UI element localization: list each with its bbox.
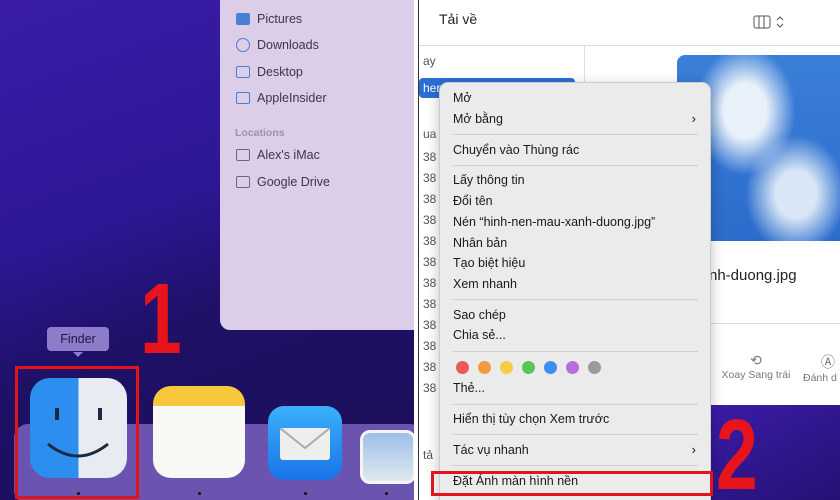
tag-color-dot[interactable] — [566, 360, 579, 374]
sidebar-item-appleinsider[interactable]: AppleInsider — [236, 91, 327, 105]
running-indicator — [304, 492, 307, 495]
rotate-icon: ⟲ — [750, 352, 762, 368]
menu-item-move-to-trash[interactable]: Chuyển vào Thùng rác — [440, 140, 710, 161]
menu-item-make-alias[interactable]: Tạo biệt hiệu — [440, 253, 710, 274]
tag-color-dot[interactable] — [456, 360, 469, 374]
menu-separator — [452, 434, 698, 436]
step-number-2: 2 — [716, 399, 758, 500]
file-name: nh-duong.jpg — [709, 267, 797, 284]
envelope-icon — [279, 427, 331, 460]
sidebar-item-desktop[interactable]: Desktop — [236, 65, 303, 79]
sidebar-item-imac[interactable]: Alex's iMac — [236, 148, 320, 162]
menu-item-get-info[interactable]: Lấy thông tin — [440, 170, 710, 191]
highlight-box-finder — [15, 366, 139, 499]
tag-color-dot[interactable] — [522, 360, 535, 374]
tag-colors — [440, 356, 710, 378]
menu-item-tags[interactable]: Thẻ... — [440, 378, 710, 399]
menu-item-rename[interactable]: Đổi tên — [440, 191, 710, 212]
right-screenshot: Tải về ay hen ua 38 38 38 38 38 38 38 38… — [418, 0, 840, 500]
menu-separator — [452, 350, 698, 352]
menu-item-quick-actions[interactable]: Tác vụ nhanh › — [440, 440, 710, 461]
menu-item-copy[interactable]: Sao chép — [440, 305, 710, 326]
context-menu: Mở Mở bằng › Chuyển vào Thùng rác Lấy thô… — [439, 82, 711, 500]
menu-separator — [452, 164, 698, 166]
menu-item-show-preview-options[interactable]: Hiển thị tùy chọn Xem trước — [440, 409, 710, 430]
running-indicator — [385, 492, 388, 495]
menu-item-share[interactable]: Chia sẻ... — [440, 325, 710, 346]
imac-icon — [236, 149, 250, 161]
rotate-left-button[interactable]: ⟲ Xoay Sang trái — [721, 352, 791, 381]
tag-color-dot[interactable] — [478, 360, 491, 374]
tag-color-dot[interactable] — [544, 360, 557, 374]
menu-separator — [452, 465, 698, 467]
menu-item-quick-look[interactable]: Xem nhanh — [440, 274, 710, 295]
folder-icon — [236, 176, 250, 188]
menu-separator — [452, 403, 698, 405]
mail-app-icon[interactable] — [268, 406, 342, 480]
locations-header: Locations — [235, 127, 285, 139]
tag-color-dot[interactable] — [588, 360, 601, 374]
window-title: Tải về — [439, 11, 478, 27]
downloads-icon — [236, 38, 250, 52]
step-number-1: 1 — [140, 263, 182, 375]
menu-item-compress[interactable]: Nén “hinh-nen-mau-xanh-duong.jpg” — [440, 212, 710, 233]
menu-separator — [452, 299, 698, 301]
tag-color-dot[interactable] — [500, 360, 513, 374]
menu-item-open[interactable]: Mở — [440, 88, 710, 109]
finder-tooltip: Finder — [47, 327, 109, 357]
menu-item-open-with[interactable]: Mở bằng › — [440, 109, 710, 130]
markup-icon: Ⓐ — [821, 354, 835, 370]
preview-app-icon[interactable] — [360, 430, 414, 484]
sidebar-item-downloads[interactable]: Downloads — [236, 38, 319, 52]
column-view-icon[interactable] — [753, 14, 789, 30]
left-screenshot: Pictures Downloads Desktop AppleInsider … — [0, 0, 416, 500]
notes-app-icon[interactable] — [153, 386, 245, 478]
finder-sidebar: Pictures Downloads Desktop AppleInsider … — [220, 0, 414, 330]
menu-item-duplicate[interactable]: Nhân bản — [440, 233, 710, 254]
markup-button[interactable]: Ⓐ Đánh d — [803, 352, 837, 384]
desktop-icon — [236, 66, 250, 78]
chevron-right-icon: › — [691, 110, 696, 126]
highlight-box-set-wallpaper — [431, 471, 713, 496]
folder-icon — [236, 92, 250, 104]
sidebar-item-google-drive[interactable]: Google Drive — [236, 175, 330, 189]
divider — [709, 323, 840, 324]
pictures-icon — [236, 13, 250, 25]
menu-separator — [452, 133, 698, 135]
chevron-right-icon: › — [691, 442, 696, 458]
sidebar-item-pictures[interactable]: Pictures — [236, 12, 302, 26]
running-indicator — [198, 492, 201, 495]
